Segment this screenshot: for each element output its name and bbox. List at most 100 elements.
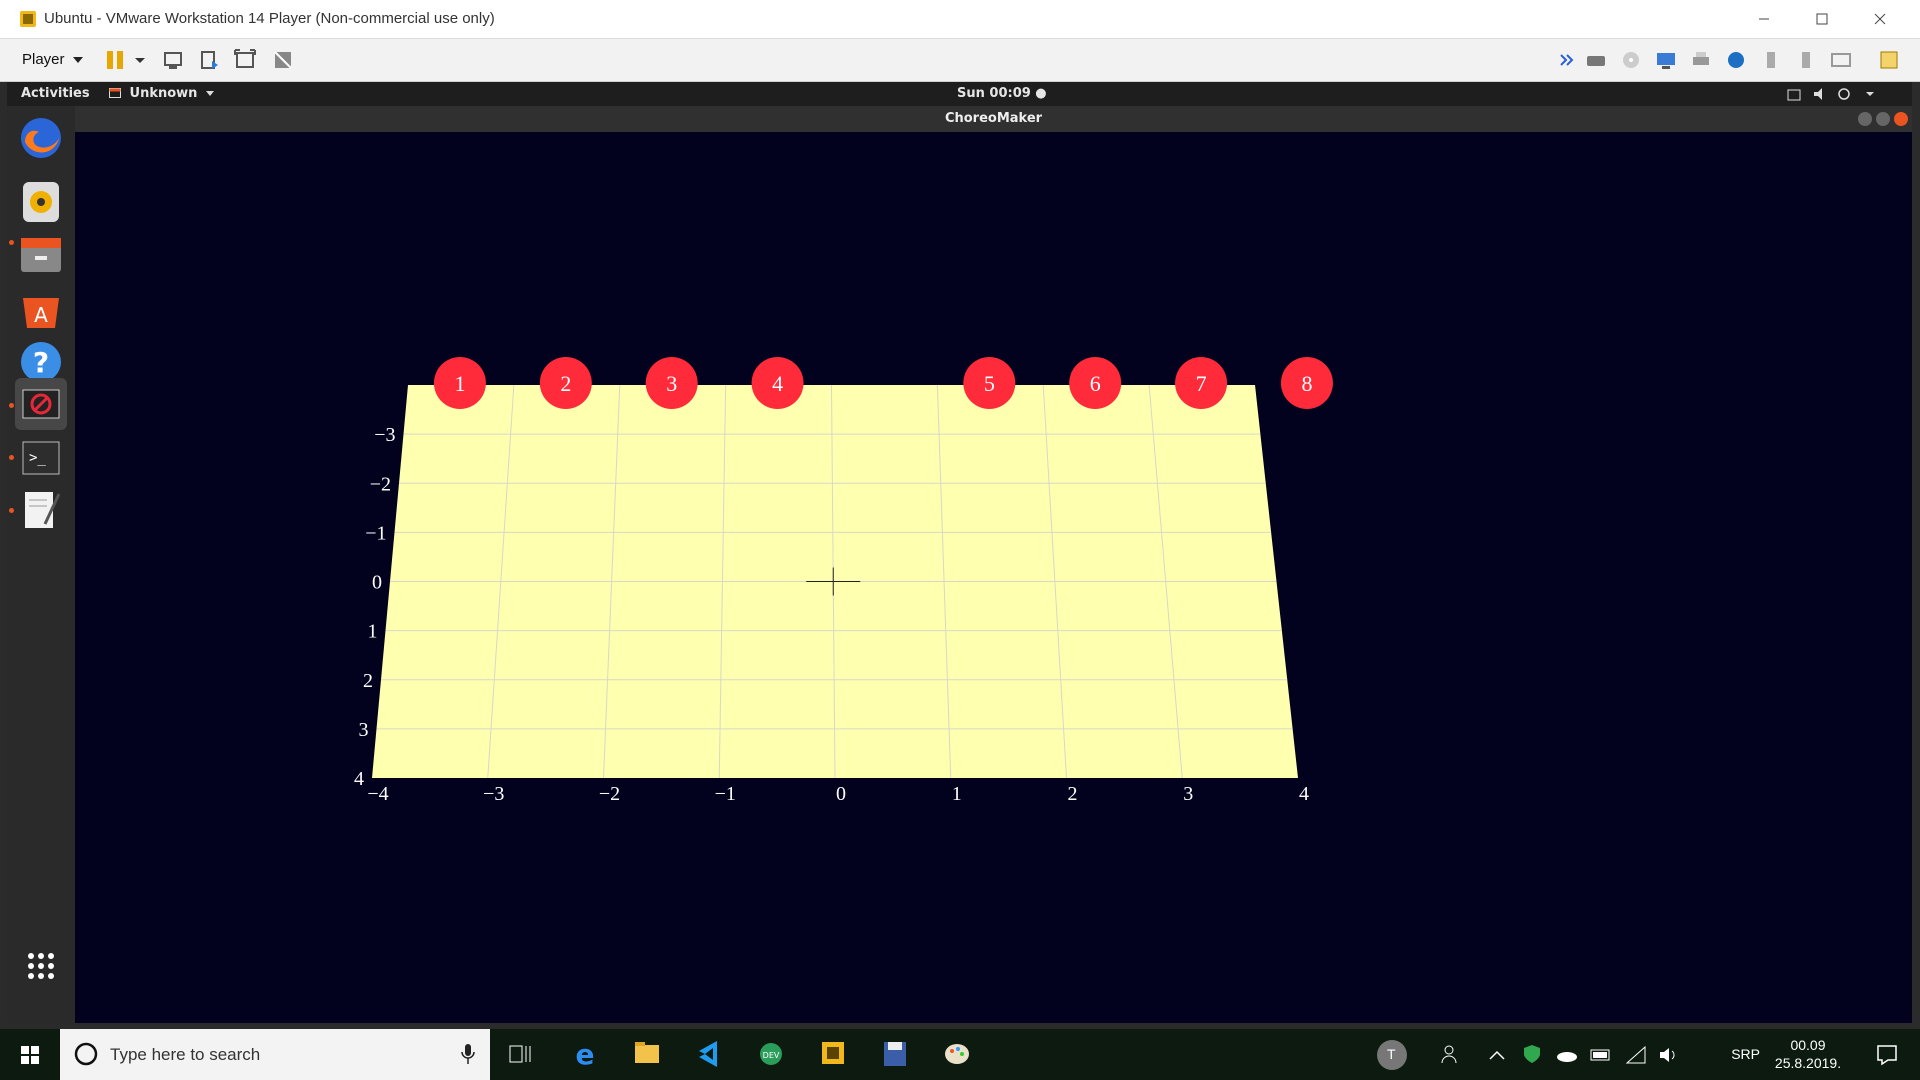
language-indicator[interactable]: SRP [1731,1029,1760,1080]
dancer-marker[interactable]: 6 [1069,357,1122,409]
network-adapter-icon[interactable] [1655,49,1677,71]
text-editor-icon[interactable] [15,484,67,536]
window-title: Ubuntu - VMware Workstation 14 Player (N… [44,10,495,27]
system-tray: T SRP 00.09 25.8.2019. [1360,1029,1920,1080]
y-tick-label: 4 [354,768,364,790]
ubuntu-desktop: Activities Unknown Sun 00:09 ● A ? >_ Ch… [7,82,1912,1023]
chevron-down-icon[interactable] [134,49,146,71]
people-icon[interactable] [1440,1043,1462,1065]
firefox-icon[interactable] [15,112,67,164]
dancer-label: 5 [984,371,995,396]
svg-text:DEV: DEV [763,1051,780,1060]
activities-button[interactable]: Activities [21,82,90,106]
system-tray-icons[interactable] [1786,86,1882,102]
display-icon[interactable] [1830,49,1852,71]
rhythmbox-icon[interactable] [15,176,67,228]
ubuntu-top-bar: Activities Unknown Sun 00:09 ● [7,82,1912,106]
wifi-icon[interactable] [1625,1046,1647,1064]
y-tick-label: 3 [359,719,369,741]
terminal-icon[interactable]: >_ [15,432,67,484]
taskbar-clock[interactable]: 00.09 25.8.2019. [1768,1036,1848,1072]
svg-text:?: ? [33,346,49,379]
usb-device-icon-2[interactable] [1795,49,1817,71]
grid-icon[interactable] [15,940,67,992]
edge-icon[interactable]: e [555,1029,615,1080]
y-tick-label: −2 [370,473,391,495]
action-center-icon[interactable] [1876,1044,1898,1066]
y-tick-label: 2 [363,670,373,692]
vmware-logo-icon [20,11,36,27]
stage-view[interactable]: −3−2−101234−4 −3 −2 −1 0 1 2 3 4 12345678 [75,132,1912,1023]
dancer-marker[interactable]: 7 [1175,357,1228,409]
unity-mode-icon[interactable] [272,49,294,71]
hard-disk-icon[interactable] [1585,49,1607,71]
save-disk-icon[interactable] [865,1029,925,1080]
maximize-button[interactable] [1793,0,1851,38]
minimize-button[interactable] [1735,0,1793,38]
paint-icon[interactable] [927,1029,987,1080]
y-tick-label: −1 [365,522,386,544]
ubuntu-dock: A ? >_ [7,106,75,1023]
windows-taskbar: Type here to search e DEV T SRP 00.09 25… [0,1029,1920,1080]
dancer-marker[interactable]: 4 [751,357,804,409]
clock[interactable]: Sun 00:09 ● [957,82,1047,106]
fullscreen-icon[interactable] [234,49,256,71]
edge-dev-icon[interactable]: DEV [741,1029,801,1080]
message-log-icon[interactable] [1878,49,1900,71]
file-explorer-icon[interactable] [617,1029,677,1080]
taskbar-date: 25.8.2019. [1774,1055,1842,1071]
x-tick-label: −2 [599,783,620,805]
close-button[interactable] [1851,0,1909,38]
app-minimize-button[interactable] [1858,112,1872,126]
volume-icon[interactable] [1658,1046,1680,1064]
double-chevron-right-icon[interactable] [1560,49,1574,71]
minimize-icon [1759,18,1769,20]
vmware-titlebar: Ubuntu - VMware Workstation 14 Player (N… [0,0,1920,39]
onedrive-cloud-icon[interactable] [1555,1047,1579,1063]
dancer-marker[interactable]: 3 [645,357,698,409]
app-titlebar: ChoreoMaker [75,106,1912,132]
files-icon[interactable] [15,228,67,280]
chevron-up-icon[interactable] [1488,1049,1506,1061]
player-menu-button[interactable]: Player [14,48,91,72]
sound-card-icon[interactable] [1725,49,1747,71]
volume-icon [1814,88,1822,100]
chevron-down-icon [205,91,214,96]
taskbar-search-box[interactable]: Type here to search [60,1029,490,1080]
dancer-label: 2 [560,371,571,396]
choreomaker-dock-item[interactable] [15,378,67,430]
dancer-marker[interactable]: 1 [433,357,486,409]
running-indicator [9,455,14,460]
app-maximize-button[interactable] [1876,112,1890,126]
removable-devices-icon[interactable] [198,49,220,71]
battery-icon[interactable] [1590,1048,1612,1062]
vscode-icon[interactable] [679,1029,739,1080]
windows-start-icon[interactable] [0,1029,60,1080]
cd-drive-icon[interactable] [1620,49,1642,71]
defender-shield-icon[interactable] [1522,1044,1542,1064]
send-ctrl-alt-del-icon[interactable] [162,49,184,71]
dancer-marker[interactable]: 8 [1280,357,1333,409]
printer-icon[interactable] [1690,49,1712,71]
y-tick-label: −3 [374,424,395,446]
software-icon[interactable]: A [15,282,67,334]
pause-icon[interactable] [104,49,126,71]
usb-device-icon[interactable] [1760,49,1782,71]
microphone-icon[interactable] [460,1043,476,1065]
stage-canvas[interactable]: −3 −2 −1 0 1 2 3 4 −4 −3 −2 −1 0 1 2 3 4 12345678 [75,132,1912,1023]
taskbar-time: 00.09 [1790,1037,1826,1053]
x-tick-label: 4 [1299,783,1309,805]
app-menu-button[interactable]: Unknown [109,82,214,106]
power-icon [1838,88,1850,100]
x-tick-label: −1 [715,783,736,805]
chevron-down-icon [1866,92,1874,96]
running-indicator [9,240,14,245]
dancer-label: 8 [1301,371,1312,396]
x-tick-label: 3 [1183,783,1193,805]
dancer-marker[interactable]: 2 [539,357,592,409]
x-tick-label: −3 [483,783,504,805]
app-close-button[interactable] [1894,112,1908,126]
vmware-player-icon[interactable] [803,1029,863,1080]
dancer-marker[interactable]: 5 [963,357,1016,409]
task-view-icon[interactable] [490,1029,550,1080]
